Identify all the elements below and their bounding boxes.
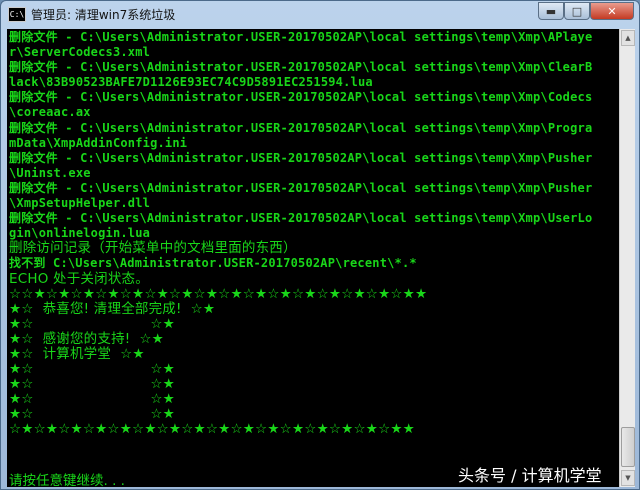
close-button[interactable]: ✕ (590, 2, 634, 20)
console-line: 删除访问记录（开始菜单中的文档里面的东西） (9, 240, 297, 257)
console-line: 删除文件 - C:\Users\Administrator.USER-20170… (9, 90, 593, 105)
scroll-thumb[interactable] (621, 427, 635, 467)
console-line: ★☆ ☆★ (9, 406, 175, 423)
vertical-scrollbar[interactable]: ▲ ▼ (619, 29, 635, 487)
console-line: ★☆ ☆★ (9, 376, 175, 393)
console-window: C:\ 管理员: 清理win7系统垃圾 ▬ □ ✕ 删除文件 - C:\User… (0, 0, 640, 490)
console-line: ☆★☆★☆★☆★☆★☆★☆★☆★☆★☆★☆★☆★☆★☆★☆★☆★★ (9, 421, 415, 438)
scroll-down-arrow-icon[interactable]: ▼ (621, 470, 635, 486)
console-line: ☆☆★☆★☆★☆★☆★☆★☆★☆★☆★☆★☆★☆★☆★☆★☆★☆★★ (9, 285, 428, 302)
console-line: 删除文件 - C:\Users\Administrator.USER-20170… (9, 150, 593, 165)
title-bar[interactable]: C:\ 管理员: 清理win7系统垃圾 ▬ □ ✕ (1, 1, 639, 27)
console-line: \XmpSetupHelper.dll (9, 196, 151, 211)
console-line: \coreaac.ax (9, 105, 91, 120)
console-line: ★☆ ☆★ (9, 361, 175, 378)
console-line: ★☆ ☆★ (9, 315, 175, 332)
console-line: r\ServerCodecs3.xml (9, 45, 151, 60)
console-line: 删除文件 - C:\Users\Administrator.USER-20170… (9, 120, 593, 135)
console-line: mData\XmpAddinConfig.ini (9, 135, 188, 150)
console-line: ★☆ 恭喜您! 清理全部完成! ☆★ (9, 300, 216, 317)
press-any-key-prompt: 请按任意键继续. . . (9, 473, 125, 487)
console-line: ★☆ 感谢您的支持! ☆★ (9, 330, 164, 347)
watermark-text: 头条号 / 计算机学堂 (458, 466, 602, 485)
scroll-up-arrow-icon[interactable]: ▲ (621, 30, 635, 46)
console-output[interactable]: 删除文件 - C:\Users\Administrator.USER-20170… (7, 29, 619, 487)
console-line: 删除文件 - C:\Users\Administrator.USER-20170… (9, 30, 593, 44)
maximize-button[interactable]: □ (564, 2, 590, 20)
console-line: 删除文件 - C:\Users\Administrator.USER-20170… (9, 180, 593, 195)
console-line: ★☆ ☆★ (9, 391, 175, 408)
console-lines: 删除文件 - C:\Users\Administrator.USER-20170… (9, 30, 619, 438)
console-line: ★☆ 计算机学堂 ☆★ (9, 345, 145, 362)
console-line: lack\83B90523BAFE7D1126E93EC74C9D5891EC2… (9, 75, 373, 90)
console-line: 删除文件 - C:\Users\Administrator.USER-20170… (9, 211, 593, 226)
console-line: 删除文件 - C:\Users\Administrator.USER-20170… (9, 60, 593, 75)
minimize-button[interactable]: ▬ (538, 2, 564, 20)
console-line: 找不到 C:\Users\Administrator.USER-20170502… (9, 256, 417, 271)
console-line: ECHO 处于关闭状态。 (9, 270, 149, 287)
console-line: \Uninst.exe (9, 165, 91, 180)
window-title: 管理员: 清理win7系统垃圾 (31, 8, 176, 22)
console-line: gin\onlinelogin.lua (9, 226, 151, 241)
cmd-app-icon[interactable]: C:\ (8, 7, 26, 22)
